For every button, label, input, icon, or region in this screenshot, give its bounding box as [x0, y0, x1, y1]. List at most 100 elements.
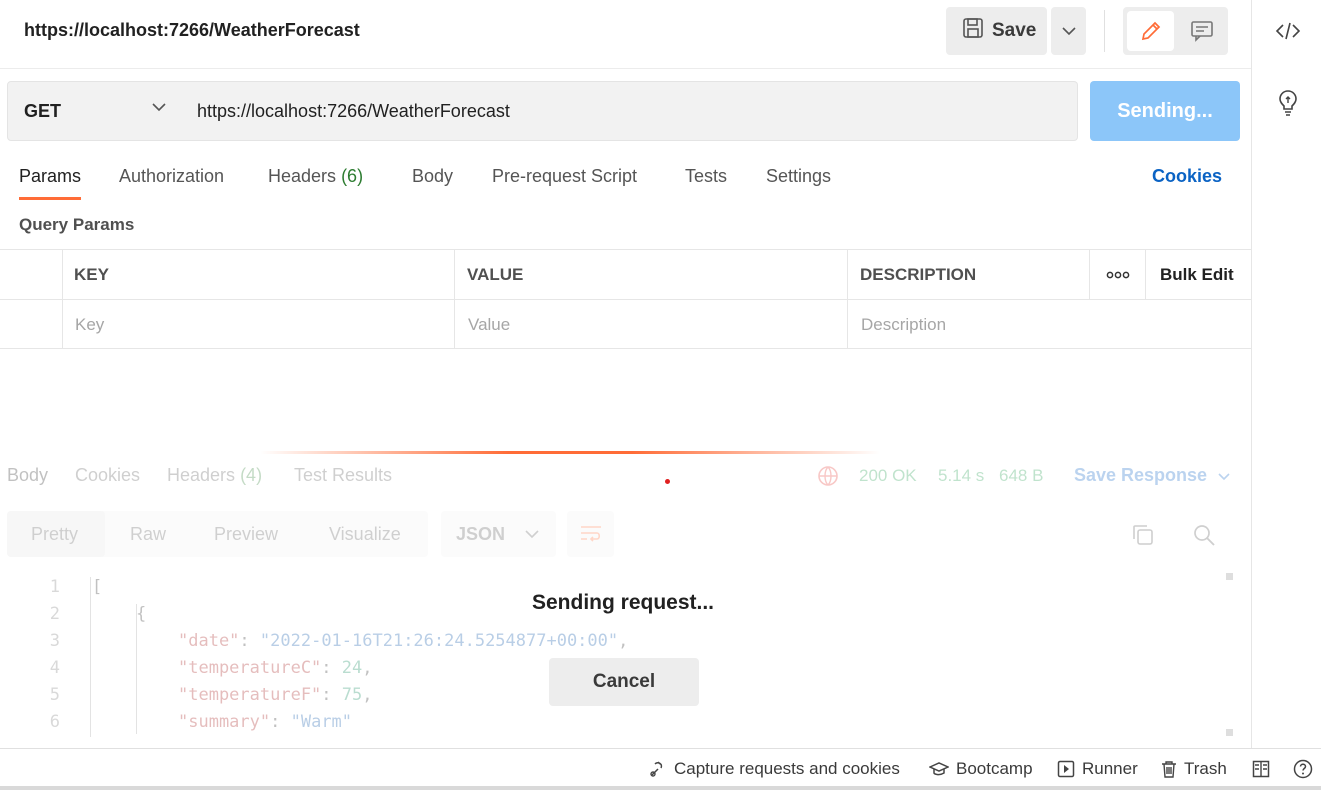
- scroll-marker: [1226, 729, 1233, 736]
- column-description: DESCRIPTION: [860, 264, 977, 284]
- code-line: "temperatureF": 75,: [178, 685, 373, 705]
- code-line: "date": "2022-01-16T21:26:24.5254877+00:…: [178, 631, 629, 651]
- cancel-request-button[interactable]: Cancel: [549, 658, 699, 706]
- request-tabs: Params Authorization Headers (6) Body Pr…: [0, 158, 1251, 202]
- capture-requests-button[interactable]: Capture requests and cookies: [649, 759, 900, 779]
- graduation-cap-icon: [929, 762, 949, 776]
- search-button[interactable]: [1192, 523, 1216, 552]
- line-number: 6: [49, 712, 60, 732]
- description-input[interactable]: Description: [849, 300, 1249, 349]
- tab-params[interactable]: Params: [19, 166, 82, 200]
- response-size[interactable]: 648 B: [999, 466, 1043, 486]
- divider: [62, 250, 63, 348]
- bootcamp-button[interactable]: Bootcamp: [929, 759, 1033, 779]
- status-code[interactable]: 200 OK: [859, 466, 917, 486]
- edit-mode-button[interactable]: [1127, 11, 1174, 51]
- column-value: VALUE: [467, 264, 524, 284]
- code-line: "summary": "Warm": [178, 712, 353, 732]
- tab-settings[interactable]: Settings: [766, 166, 831, 187]
- runner-button[interactable]: Runner: [1057, 759, 1138, 779]
- response-tab-headers-count: (4): [240, 465, 263, 485]
- response-view-switcher: Pretty Raw Preview Visualize: [7, 511, 428, 557]
- json-value: "Warm": [290, 712, 353, 732]
- send-button[interactable]: Sending...: [1090, 81, 1240, 141]
- format-select[interactable]: JSON: [441, 511, 556, 557]
- view-visualize[interactable]: Visualize: [329, 511, 401, 557]
- json-key: "temperatureC": [178, 658, 322, 678]
- request-header: https://localhost:7266/WeatherForecast S…: [0, 0, 1251, 69]
- save-button[interactable]: Save: [946, 7, 1047, 55]
- more-dots-icon: [1106, 271, 1130, 278]
- help-button[interactable]: [1293, 759, 1313, 779]
- copy-icon: [1133, 525, 1153, 545]
- json-key: "temperatureF": [178, 685, 322, 705]
- trash-icon: [1162, 761, 1176, 778]
- comment-icon: [1190, 21, 1213, 42]
- sending-request-message: Sending request...: [531, 591, 715, 614]
- tab-pre-request-script[interactable]: Pre-request Script: [492, 166, 637, 187]
- play-icon: [1057, 760, 1075, 778]
- layout-icon: [1252, 760, 1270, 778]
- tab-tests[interactable]: Tests: [685, 166, 727, 187]
- pencil-icon: [1141, 21, 1160, 41]
- tab-headers-label: Headers: [268, 166, 337, 186]
- scroll-marker: [1226, 573, 1233, 580]
- json-value: 75: [341, 685, 363, 705]
- table-header-row: KEY VALUE DESCRIPTION Bulk Edit: [0, 250, 1251, 300]
- response-time[interactable]: 5.14 s: [938, 466, 984, 486]
- tab-headers-count: (6): [341, 166, 364, 186]
- loading-progress-bar: [260, 451, 880, 454]
- trash-button[interactable]: Trash: [1161, 759, 1227, 779]
- response-tab-headers[interactable]: Headers (4): [167, 465, 262, 486]
- two-pane-view-button[interactable]: [1251, 759, 1271, 779]
- postman-window: https://localhost:7266/WeatherForecast S…: [0, 0, 1321, 790]
- mode-toggle: [1123, 7, 1228, 55]
- line-number: 3: [49, 631, 60, 651]
- view-raw[interactable]: Raw: [130, 511, 166, 557]
- trash-label: Trash: [1184, 759, 1227, 778]
- save-options-dropdown[interactable]: [1051, 7, 1086, 55]
- request-title[interactable]: https://localhost:7266/WeatherForecast: [24, 20, 360, 41]
- key-input[interactable]: Key: [63, 300, 454, 349]
- more-options-button[interactable]: [1089, 250, 1145, 299]
- json-value: "2022-01-16T21:26:24.5254877+00:00": [259, 631, 619, 651]
- wrap-icon: [580, 526, 601, 542]
- copy-button[interactable]: [1131, 523, 1155, 552]
- chevron-down-icon: [525, 530, 539, 539]
- method-value: GET: [24, 100, 62, 121]
- tab-authorization[interactable]: Authorization: [119, 166, 224, 187]
- divider: [847, 250, 848, 348]
- response-tab-body[interactable]: Body: [7, 465, 48, 486]
- tab-headers[interactable]: Headers (6): [268, 166, 363, 187]
- view-preview[interactable]: Preview: [214, 511, 278, 557]
- format-value: JSON: [456, 523, 506, 544]
- documentation-button[interactable]: [1274, 88, 1302, 116]
- table-row: Key Value Description: [0, 300, 1251, 350]
- save-response-label: Save Response: [1074, 465, 1208, 485]
- divider: [1104, 10, 1105, 52]
- response-tab-test-results[interactable]: Test Results: [294, 465, 392, 486]
- help-icon: [1293, 759, 1313, 779]
- chevron-down-icon: [1061, 27, 1076, 36]
- view-pretty[interactable]: Pretty: [7, 511, 105, 557]
- bootcamp-label: Bootcamp: [956, 759, 1033, 778]
- response-tab-headers-label: Headers: [167, 465, 236, 485]
- response-tab-cookies[interactable]: Cookies: [75, 465, 140, 486]
- bulk-edit-button[interactable]: Bulk Edit: [1148, 250, 1251, 299]
- network-globe-icon[interactable]: [816, 464, 840, 493]
- url-input[interactable]: https://localhost:7266/WeatherForecast: [180, 81, 1078, 141]
- tab-body[interactable]: Body: [412, 166, 453, 187]
- cookies-link[interactable]: Cookies: [1152, 166, 1222, 187]
- divider: [454, 250, 455, 348]
- loading-indicator-dot: [665, 479, 670, 484]
- save-response-button[interactable]: Save Response: [1074, 465, 1230, 486]
- method-select[interactable]: GET: [7, 81, 181, 141]
- query-params-title: Query Params: [19, 215, 135, 234]
- wrap-lines-button[interactable]: [567, 511, 614, 557]
- code-snippet-button[interactable]: [1274, 17, 1302, 45]
- save-label: Save: [992, 20, 1037, 41]
- save-icon: [962, 17, 984, 45]
- code-icon: [1275, 22, 1301, 40]
- value-input[interactable]: Value: [456, 300, 847, 349]
- comments-mode-button[interactable]: [1178, 11, 1225, 51]
